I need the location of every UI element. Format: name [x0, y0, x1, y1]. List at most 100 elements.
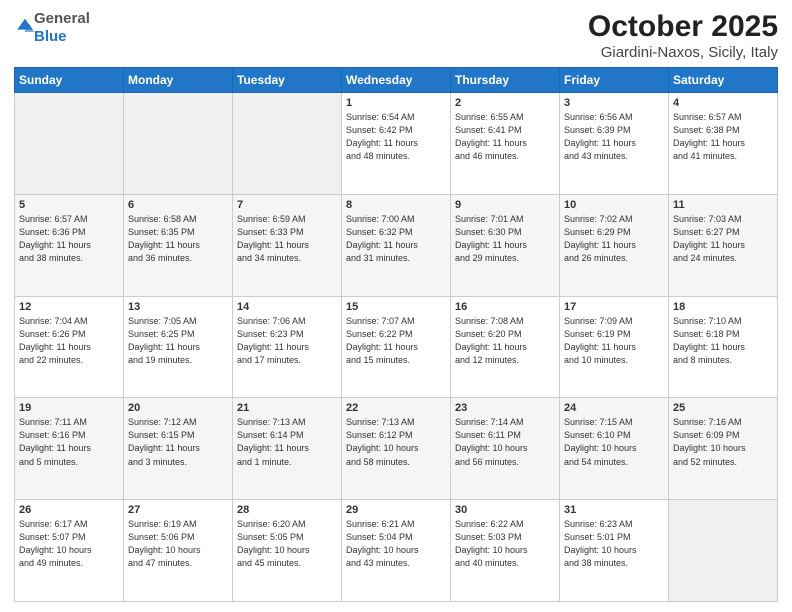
calendar-cell: 9Sunrise: 7:01 AM Sunset: 6:30 PM Daylig…: [451, 194, 560, 296]
calendar-cell: 13 Sunrise: 7:05 AM Sunset: 6:25 PM Dayli…: [124, 296, 233, 398]
day-info: Sunrise: 6:57 AM Sunset: 6:36 PM Dayligh…: [19, 213, 119, 265]
day-info: Sunrise: 6:19 AM Sunset: 5:06 PM Dayligh…: [128, 518, 228, 570]
day-info: Sunrise: 7:08 AM Sunset: 6:20 PM Dayligh…: [455, 315, 555, 367]
calendar-cell: 2 Sunrise: 6:55 AM Sunset: 6:41 PM Daylig…: [451, 93, 560, 195]
calendar-cell: 22 Sunrise: 7:13 AM Sunset: 6:12 PM Dayli…: [342, 398, 451, 500]
calendar-cell: [15, 93, 124, 195]
day-info: Sunrise: 6:22 AM Sunset: 5:03 PM Dayligh…: [455, 518, 555, 570]
calendar-cell: 11 Sunrise: 7:03 AM Sunset: 6:27 PM Dayli…: [669, 194, 778, 296]
calendar-cell: 12Sunrise: 7:04 AM Sunset: 6:26 PM Dayli…: [15, 296, 124, 398]
day-number: 8: [346, 199, 446, 211]
day-info: Sunrise: 7:13 AM Sunset: 6:14 PM Dayligh…: [237, 416, 337, 468]
day-number: 15: [346, 301, 446, 313]
day-number: 6: [128, 199, 228, 211]
day-info: Sunrise: 7:00 AM Sunset: 6:32 PM Dayligh…: [346, 213, 446, 265]
calendar-cell: 31 Sunrise: 6:23 AM Sunset: 5:01 PM Dayli…: [560, 500, 669, 602]
day-number: 18: [673, 301, 773, 313]
day-info: Sunrise: 7:07 AM Sunset: 6:22 PM Dayligh…: [346, 315, 446, 367]
day-number: 27: [128, 504, 228, 516]
day-number: 29: [346, 504, 446, 516]
calendar-week-4: 26Sunrise: 6:17 AM Sunset: 5:07 PM Dayli…: [15, 500, 778, 602]
day-number: 14: [237, 301, 337, 313]
calendar-cell: 15 Sunrise: 7:07 AM Sunset: 6:22 PM Dayli…: [342, 296, 451, 398]
day-info: Sunrise: 7:15 AM Sunset: 6:10 PM Dayligh…: [564, 416, 664, 468]
header-sunday: Sunday: [15, 68, 124, 93]
calendar-cell: 25 Sunrise: 7:16 AM Sunset: 6:09 PM Dayli…: [669, 398, 778, 500]
header-monday: Monday: [124, 68, 233, 93]
day-number: 9: [455, 199, 555, 211]
day-info: Sunrise: 7:05 AM Sunset: 6:25 PM Dayligh…: [128, 315, 228, 367]
day-info: Sunrise: 7:10 AM Sunset: 6:18 PM Dayligh…: [673, 315, 773, 367]
logo-blue: Blue: [34, 28, 67, 45]
day-number: 5: [19, 199, 119, 211]
calendar-cell: 17Sunrise: 7:09 AM Sunset: 6:19 PM Dayli…: [560, 296, 669, 398]
day-info: Sunrise: 6:59 AM Sunset: 6:33 PM Dayligh…: [237, 213, 337, 265]
day-info: Sunrise: 6:20 AM Sunset: 5:05 PM Dayligh…: [237, 518, 337, 570]
day-info: Sunrise: 6:54 AM Sunset: 6:42 PM Dayligh…: [346, 111, 446, 163]
day-number: 20: [128, 402, 228, 414]
day-number: 31: [564, 504, 664, 516]
day-number: 24: [564, 402, 664, 414]
day-number: 16: [455, 301, 555, 313]
calendar-cell: 24 Sunrise: 7:15 AM Sunset: 6:10 PM Dayli…: [560, 398, 669, 500]
calendar-cell: 3Sunrise: 6:56 AM Sunset: 6:39 PM Daylig…: [560, 93, 669, 195]
calendar-body: 1 Sunrise: 6:54 AM Sunset: 6:42 PM Daylig…: [15, 93, 778, 602]
day-info: Sunrise: 6:17 AM Sunset: 5:07 PM Dayligh…: [19, 518, 119, 570]
calendar-subtitle: Giardini-Naxos, Sicily, Italy: [588, 44, 778, 61]
day-info: Sunrise: 7:04 AM Sunset: 6:26 PM Dayligh…: [19, 315, 119, 367]
header-friday: Friday: [560, 68, 669, 93]
logo: General Blue: [14, 10, 90, 46]
day-info: Sunrise: 7:03 AM Sunset: 6:27 PM Dayligh…: [673, 213, 773, 265]
day-info: Sunrise: 7:11 AM Sunset: 6:16 PM Dayligh…: [19, 416, 119, 468]
day-number: 1: [346, 97, 446, 109]
day-number: 13: [128, 301, 228, 313]
day-info: Sunrise: 7:13 AM Sunset: 6:12 PM Dayligh…: [346, 416, 446, 468]
calendar-cell: 10Sunrise: 7:02 AM Sunset: 6:29 PM Dayli…: [560, 194, 669, 296]
calendar-title: October 2025: [588, 10, 778, 44]
calendar-week-1: 5 Sunrise: 6:57 AM Sunset: 6:36 PM Daylig…: [15, 194, 778, 296]
header-saturday: Saturday: [669, 68, 778, 93]
calendar-table: Sunday Monday Tuesday Wednesday Thursday…: [14, 67, 778, 602]
calendar-cell: 23 Sunrise: 7:14 AM Sunset: 6:11 PM Dayli…: [451, 398, 560, 500]
day-number: 30: [455, 504, 555, 516]
day-number: 28: [237, 504, 337, 516]
calendar-cell: 18 Sunrise: 7:10 AM Sunset: 6:18 PM Dayli…: [669, 296, 778, 398]
calendar-cell: [124, 93, 233, 195]
logo-text: General Blue: [34, 10, 90, 46]
calendar-cell: 1 Sunrise: 6:54 AM Sunset: 6:42 PM Daylig…: [342, 93, 451, 195]
day-info: Sunrise: 7:16 AM Sunset: 6:09 PM Dayligh…: [673, 416, 773, 468]
day-info: Sunrise: 6:55 AM Sunset: 6:41 PM Dayligh…: [455, 111, 555, 163]
logo-general: General: [34, 10, 90, 27]
day-number: 23: [455, 402, 555, 414]
day-number: 2: [455, 97, 555, 109]
calendar-week-2: 12Sunrise: 7:04 AM Sunset: 6:26 PM Dayli…: [15, 296, 778, 398]
day-info: Sunrise: 6:21 AM Sunset: 5:04 PM Dayligh…: [346, 518, 446, 570]
page: General Blue October 2025 Giardini-Naxos…: [0, 0, 792, 612]
calendar-cell: 4 Sunrise: 6:57 AM Sunset: 6:38 PM Daylig…: [669, 93, 778, 195]
calendar-cell: 8 Sunrise: 7:00 AM Sunset: 6:32 PM Daylig…: [342, 194, 451, 296]
day-number: 17: [564, 301, 664, 313]
title-block: October 2025 Giardini-Naxos, Sicily, Ita…: [588, 10, 778, 61]
day-number: 25: [673, 402, 773, 414]
calendar-cell: 30 Sunrise: 6:22 AM Sunset: 5:03 PM Dayli…: [451, 500, 560, 602]
day-number: 4: [673, 97, 773, 109]
day-number: 22: [346, 402, 446, 414]
calendar-cell: 5 Sunrise: 6:57 AM Sunset: 6:36 PM Daylig…: [15, 194, 124, 296]
calendar-cell: 20Sunrise: 7:12 AM Sunset: 6:15 PM Dayli…: [124, 398, 233, 500]
header-thursday: Thursday: [451, 68, 560, 93]
header: General Blue October 2025 Giardini-Naxos…: [14, 10, 778, 61]
calendar-cell: 27 Sunrise: 6:19 AM Sunset: 5:06 PM Dayli…: [124, 500, 233, 602]
calendar-cell: 16 Sunrise: 7:08 AM Sunset: 6:20 PM Dayli…: [451, 296, 560, 398]
day-info: Sunrise: 7:14 AM Sunset: 6:11 PM Dayligh…: [455, 416, 555, 468]
calendar-header-row: Sunday Monday Tuesday Wednesday Thursday…: [15, 68, 778, 93]
calendar-cell: 28 Sunrise: 6:20 AM Sunset: 5:05 PM Dayli…: [233, 500, 342, 602]
day-info: Sunrise: 7:02 AM Sunset: 6:29 PM Dayligh…: [564, 213, 664, 265]
day-info: Sunrise: 6:23 AM Sunset: 5:01 PM Dayligh…: [564, 518, 664, 570]
calendar-cell: 26Sunrise: 6:17 AM Sunset: 5:07 PM Dayli…: [15, 500, 124, 602]
calendar-cell: 19Sunrise: 7:11 AM Sunset: 6:16 PM Dayli…: [15, 398, 124, 500]
day-number: 11: [673, 199, 773, 211]
day-number: 21: [237, 402, 337, 414]
day-info: Sunrise: 6:56 AM Sunset: 6:39 PM Dayligh…: [564, 111, 664, 163]
header-wednesday: Wednesday: [342, 68, 451, 93]
day-info: Sunrise: 6:57 AM Sunset: 6:38 PM Dayligh…: [673, 111, 773, 163]
